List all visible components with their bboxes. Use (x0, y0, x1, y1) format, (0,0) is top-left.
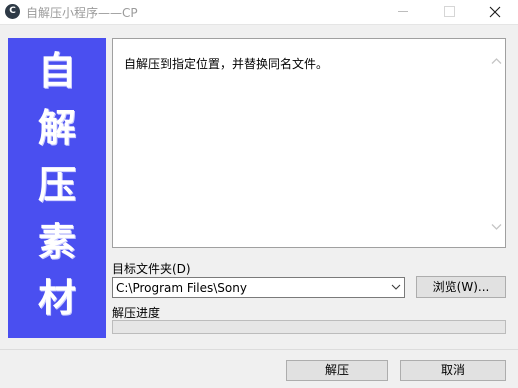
close-button[interactable] (472, 0, 518, 24)
banner-char: 自 (37, 48, 76, 93)
target-folder-label: 目标文件夹(D) (112, 262, 191, 276)
close-icon (489, 6, 501, 18)
maximize-button[interactable] (426, 0, 472, 24)
target-folder-combobox[interactable]: C:\Program Files\Sony (112, 277, 405, 298)
window-title: 自解压小程序——CP (26, 6, 138, 20)
side-banner: 自 解 压 素 材 (8, 38, 106, 338)
extract-button[interactable]: 解压 (286, 360, 388, 381)
extract-progress-bar (112, 320, 506, 334)
message-text: 自解压到指定位置，并替换同名文件。 (124, 57, 329, 71)
chevron-down-icon[interactable] (391, 283, 401, 291)
banner-char: 压 (37, 162, 76, 207)
maximize-icon (444, 6, 455, 17)
message-textbox[interactable]: 自解压到指定位置，并替换同名文件。 (112, 38, 506, 248)
browse-button[interactable]: 浏览(W)... (416, 276, 506, 298)
sfx-logo-icon: C (5, 4, 20, 19)
banner-char: 材 (37, 275, 76, 320)
minimize-icon (398, 11, 408, 12)
chevron-up-icon[interactable] (491, 57, 502, 65)
title-bar: C 自解压小程序——CP (0, 0, 518, 25)
minimize-button[interactable] (380, 0, 426, 24)
target-folder-path: C:\Program Files\Sony (116, 281, 247, 295)
chevron-down-icon[interactable] (491, 223, 502, 231)
cancel-button[interactable]: 取消 (400, 360, 506, 381)
message-scrollbar[interactable] (488, 39, 505, 247)
banner-char: 解 (37, 105, 76, 150)
banner-char: 素 (37, 219, 76, 264)
progress-label: 解压进度 (112, 306, 161, 320)
